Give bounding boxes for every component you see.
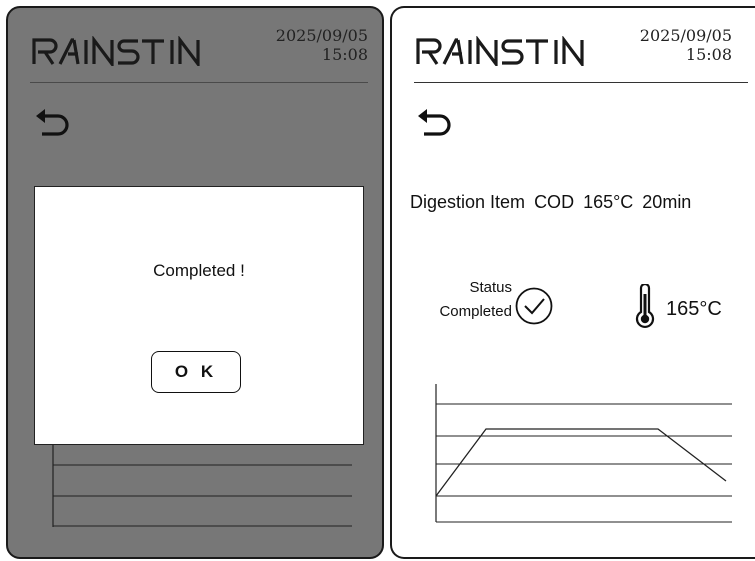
- thermometer-icon: [635, 284, 655, 329]
- datetime-display: 2025/09/05 15:08: [276, 26, 368, 64]
- brand-logo-graphic: [32, 36, 200, 66]
- temperature-profile-chart: [435, 384, 732, 523]
- digestion-temperature: 165°C: [583, 192, 634, 212]
- back-arrow-icon[interactable]: [416, 108, 456, 138]
- background-chart-grid: [52, 445, 352, 527]
- brand-logo: [414, 36, 614, 66]
- back-arrow-icon[interactable]: [34, 108, 74, 138]
- digestion-label: Digestion Item: [410, 192, 526, 212]
- date-label: 2025/09/05: [275, 26, 368, 45]
- dialog-message: Completed !: [153, 261, 245, 280]
- brand-logo-graphic: [416, 36, 584, 66]
- temperature-profile-line: [435, 428, 727, 497]
- datetime-display: 2025/09/05 15:08: [640, 26, 732, 64]
- time-label: 15:08: [685, 45, 732, 64]
- header-divider: [30, 82, 368, 83]
- check-circle-icon: [515, 287, 553, 325]
- right-screen: 2025/09/05 15:08 Digestion Item COD 165°C 2…: [390, 6, 755, 559]
- digestion-item-row: Digestion Item COD 165°C 20min: [410, 192, 700, 213]
- digestion-duration: 20min: [642, 192, 692, 212]
- digestion-item-name: COD: [534, 192, 575, 212]
- header-divider: [414, 82, 748, 83]
- date-label: 2025/09/05: [639, 26, 732, 45]
- current-temperature: 165°C: [666, 298, 722, 320]
- brand-logo: [30, 36, 230, 66]
- ok-button[interactable]: O K: [151, 351, 241, 393]
- completion-dialog: Completed ! O K: [34, 186, 364, 445]
- left-screen: 2025/09/05 15:08 Completed ! O K: [6, 6, 384, 559]
- status-value: Completed: [439, 303, 512, 320]
- time-label: 15:08: [321, 45, 368, 64]
- status-label: Status: [469, 279, 512, 296]
- status-block: Status Completed: [412, 276, 512, 324]
